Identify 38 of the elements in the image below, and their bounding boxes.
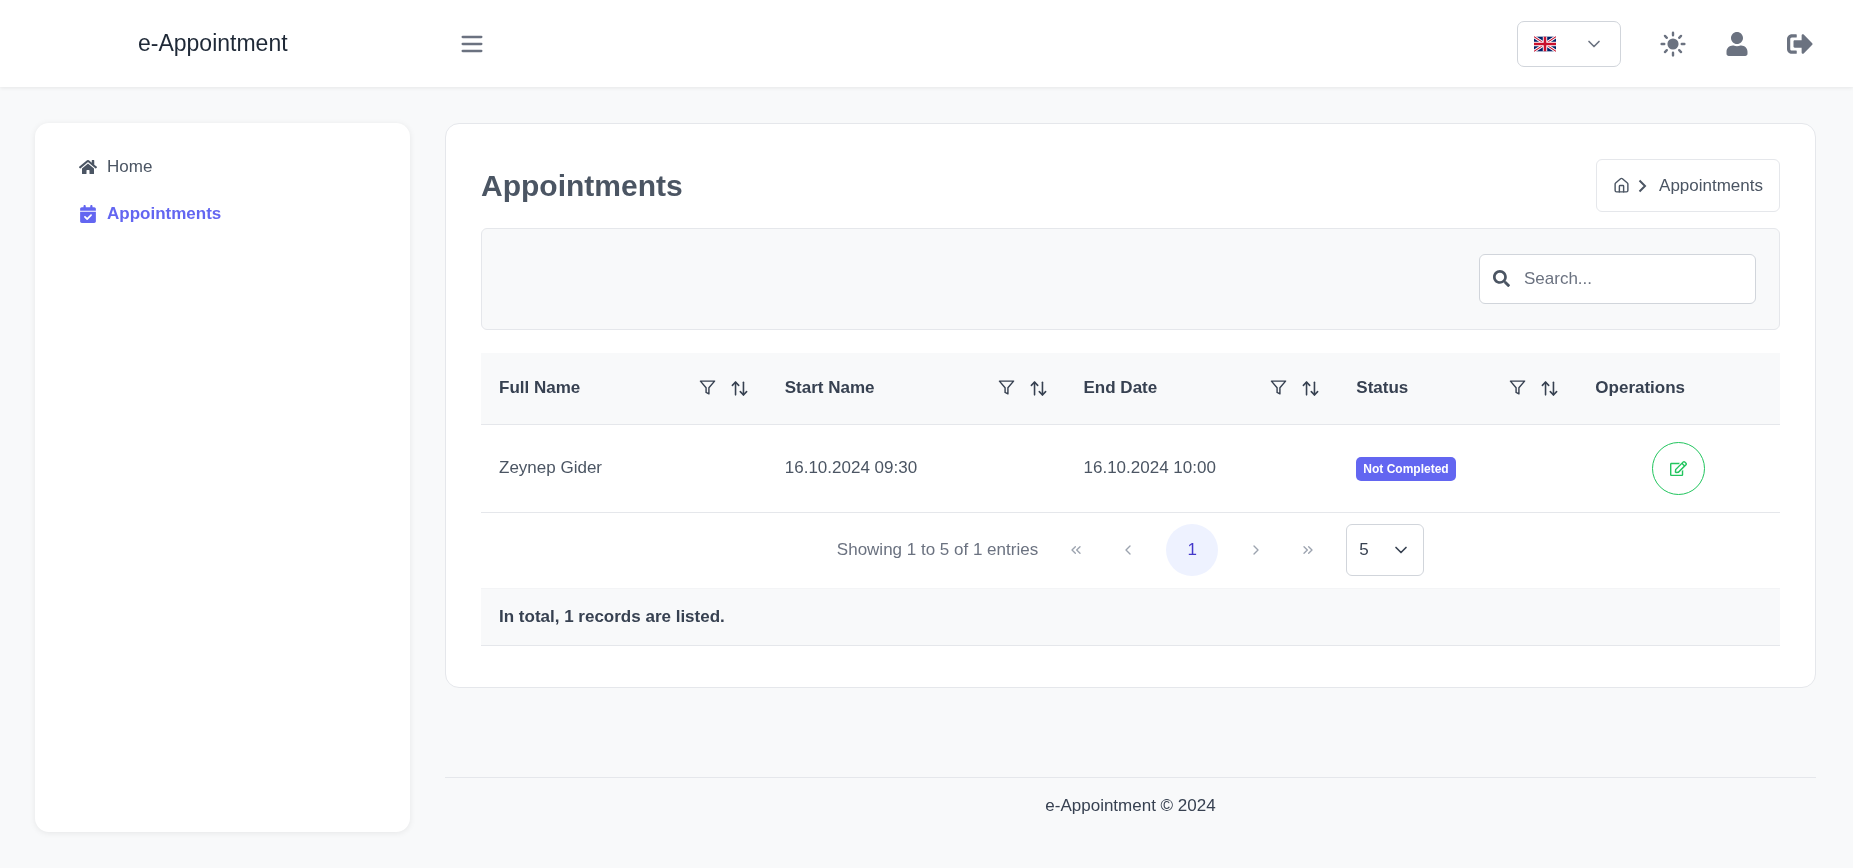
pagination-summary: Showing 1 to 5 of 1 entries: [836, 540, 1039, 560]
uk-flag-icon: [1534, 35, 1556, 52]
column-header: Operations: [1595, 378, 1687, 399]
filter-icon[interactable]: [1270, 378, 1288, 396]
language-select[interactable]: [1517, 20, 1621, 67]
page-button[interactable]: 1: [1166, 524, 1219, 576]
home-icon: [79, 158, 97, 176]
sort-icon[interactable]: [729, 378, 749, 398]
app-title: e-Appointment: [138, 30, 289, 57]
edit-icon: [1670, 459, 1688, 477]
column-header: Full Name: [499, 378, 582, 399]
footer-text: e-Appointment © 2024: [1045, 795, 1216, 816]
sidebar-item[interactable]: Home: [79, 157, 366, 177]
breadcrumb-item: Appointments: [1659, 175, 1763, 196]
user-icon[interactable]: [1725, 31, 1749, 56]
sort-icon[interactable]: [1028, 378, 1048, 398]
search-field[interactable]: Search...: [1479, 254, 1756, 304]
status-badge: Not Completed: [1356, 457, 1456, 481]
home-icon[interactable]: [1613, 177, 1631, 194]
sidebar-item[interactable]: Appointments: [79, 204, 366, 224]
column-header: Status: [1356, 378, 1410, 399]
chevron-right-icon: [1638, 178, 1648, 193]
page-title: Appointments: [481, 168, 683, 203]
table-cell: 16.10.2024 09:30: [784, 458, 918, 477]
calendar-icon: [79, 205, 97, 223]
table-cell: 16.10.2024 10:00: [1083, 458, 1216, 477]
filter-icon[interactable]: [1509, 378, 1527, 396]
column-header: End Date: [1083, 378, 1159, 399]
filter-icon[interactable]: [698, 378, 716, 396]
sort-icon[interactable]: [1301, 378, 1321, 398]
search-icon: [1493, 270, 1510, 287]
filter-icon[interactable]: [997, 378, 1015, 396]
table-cell: Zeynep Gider: [499, 458, 602, 477]
sort-icon[interactable]: [1540, 378, 1560, 398]
page-size-select[interactable]: 5: [1346, 524, 1425, 576]
records-total: In total, 1 records are listed.: [481, 588, 1780, 646]
sun-icon[interactable]: [1659, 29, 1687, 58]
column-header: Start Name: [784, 378, 876, 399]
